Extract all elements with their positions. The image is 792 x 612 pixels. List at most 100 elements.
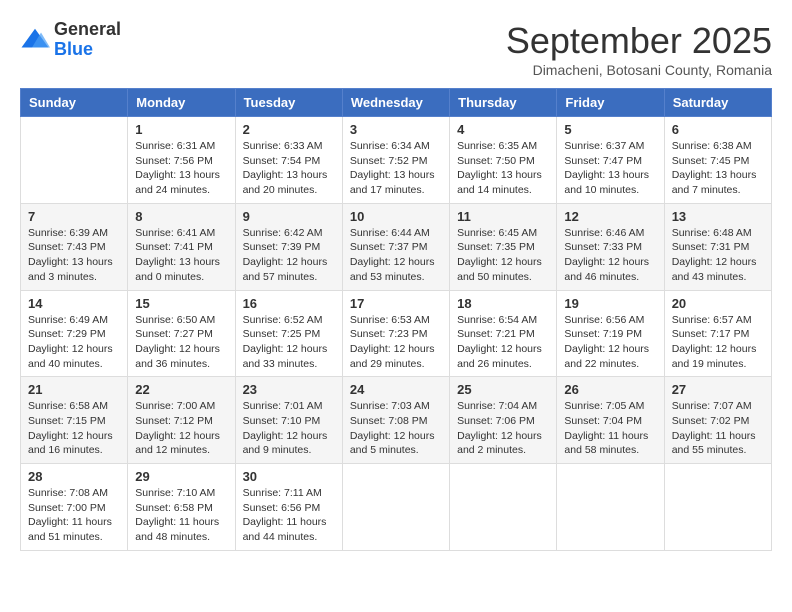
day-cell: 20 Sunrise: 6:57 AMSunset: 7:17 PMDayligh… — [664, 290, 771, 377]
day-info: Sunrise: 6:33 AMSunset: 7:54 PMDaylight:… — [243, 139, 335, 198]
day-number: 29 — [135, 469, 227, 484]
week-row-2: 7 Sunrise: 6:39 AMSunset: 7:43 PMDaylight… — [21, 203, 772, 290]
day-info: Sunrise: 6:46 AMSunset: 7:33 PMDaylight:… — [564, 226, 656, 285]
day-cell: 21 Sunrise: 6:58 AMSunset: 7:15 PMDayligh… — [21, 377, 128, 464]
calendar-header-row: Sunday Monday Tuesday Wednesday Thursday… — [21, 89, 772, 117]
day-cell: 8 Sunrise: 6:41 AMSunset: 7:41 PMDaylight… — [128, 203, 235, 290]
day-number: 5 — [564, 122, 656, 137]
day-info: Sunrise: 6:37 AMSunset: 7:47 PMDaylight:… — [564, 139, 656, 198]
day-cell: 26Sunrise: 7:05 AMSunset: 7:04 PMDayligh… — [557, 377, 664, 464]
day-cell: 19 Sunrise: 6:56 AMSunset: 7:19 PMDayligh… — [557, 290, 664, 377]
day-number: 3 — [350, 122, 442, 137]
logo: General Blue — [20, 20, 121, 60]
day-cell: 18 Sunrise: 6:54 AMSunset: 7:21 PMDayligh… — [450, 290, 557, 377]
month-title: September 2025 — [506, 20, 772, 62]
col-friday: Friday — [557, 89, 664, 117]
day-info: Sunrise: 6:53 AMSunset: 7:23 PMDaylight:… — [350, 313, 442, 372]
day-info: Sunrise: 6:44 AMSunset: 7:37 PMDaylight:… — [350, 226, 442, 285]
day-info: Sunrise: 6:34 AMSunset: 7:52 PMDaylight:… — [350, 139, 442, 198]
day-cell: 23 Sunrise: 7:01 AMSunset: 7:10 PMDayligh… — [235, 377, 342, 464]
day-cell — [664, 464, 771, 551]
col-wednesday: Wednesday — [342, 89, 449, 117]
day-info: Sunrise: 7:04 AMSunset: 7:06 PMDaylight:… — [457, 399, 549, 458]
day-info: Sunrise: 7:00 AMSunset: 7:12 PMDaylight:… — [135, 399, 227, 458]
week-row-5: 28Sunrise: 7:08 AMSunset: 7:00 PMDayligh… — [21, 464, 772, 551]
day-cell: 7 Sunrise: 6:39 AMSunset: 7:43 PMDaylight… — [21, 203, 128, 290]
week-row-3: 14Sunrise: 6:49 AMSunset: 7:29 PMDayligh… — [21, 290, 772, 377]
day-info: Sunrise: 6:35 AMSunset: 7:50 PMDaylight:… — [457, 139, 549, 198]
day-number: 30 — [243, 469, 335, 484]
page-header: General Blue September 2025 Dimacheni, B… — [20, 20, 772, 78]
day-cell — [21, 117, 128, 204]
day-number: 22 — [135, 382, 227, 397]
day-info: Sunrise: 7:05 AMSunset: 7:04 PMDaylight:… — [564, 399, 656, 458]
col-tuesday: Tuesday — [235, 89, 342, 117]
day-info: Sunrise: 7:01 AMSunset: 7:10 PMDaylight:… — [243, 399, 335, 458]
col-thursday: Thursday — [450, 89, 557, 117]
day-number: 7 — [28, 209, 120, 224]
day-cell: 6 Sunrise: 6:38 AMSunset: 7:45 PMDaylight… — [664, 117, 771, 204]
day-number: 12 — [564, 209, 656, 224]
day-cell — [557, 464, 664, 551]
day-info: Sunrise: 6:57 AMSunset: 7:17 PMDaylight:… — [672, 313, 764, 372]
title-block: September 2025 Dimacheni, Botosani Count… — [506, 20, 772, 78]
week-row-1: 1 Sunrise: 6:31 AMSunset: 7:56 PMDaylight… — [21, 117, 772, 204]
day-info: Sunrise: 6:49 AMSunset: 7:29 PMDaylight:… — [28, 313, 120, 372]
day-cell: 15 Sunrise: 6:50 AMSunset: 7:27 PMDayligh… — [128, 290, 235, 377]
logo-blue-text: Blue — [54, 40, 121, 60]
day-number: 13 — [672, 209, 764, 224]
day-cell — [342, 464, 449, 551]
day-cell: 9 Sunrise: 6:42 AMSunset: 7:39 PMDaylight… — [235, 203, 342, 290]
day-cell: 3 Sunrise: 6:34 AMSunset: 7:52 PMDaylight… — [342, 117, 449, 204]
day-number: 9 — [243, 209, 335, 224]
col-sunday: Sunday — [21, 89, 128, 117]
day-info: Sunrise: 6:56 AMSunset: 7:19 PMDaylight:… — [564, 313, 656, 372]
day-info: Sunrise: 6:41 AMSunset: 7:41 PMDaylight:… — [135, 226, 227, 285]
day-info: Sunrise: 6:31 AMSunset: 7:56 PMDaylight:… — [135, 139, 227, 198]
day-number: 27 — [672, 382, 764, 397]
day-cell: 4 Sunrise: 6:35 AMSunset: 7:50 PMDaylight… — [450, 117, 557, 204]
day-cell: 24 Sunrise: 7:03 AMSunset: 7:08 PMDayligh… — [342, 377, 449, 464]
day-number: 8 — [135, 209, 227, 224]
day-number: 18 — [457, 296, 549, 311]
day-cell: 11Sunrise: 6:45 AMSunset: 7:35 PMDayligh… — [450, 203, 557, 290]
day-cell — [450, 464, 557, 551]
day-info: Sunrise: 6:58 AMSunset: 7:15 PMDaylight:… — [28, 399, 120, 458]
calendar-table: Sunday Monday Tuesday Wednesday Thursday… — [20, 88, 772, 551]
subtitle: Dimacheni, Botosani County, Romania — [506, 62, 772, 78]
day-cell: 5 Sunrise: 6:37 AMSunset: 7:47 PMDaylight… — [557, 117, 664, 204]
day-info: Sunrise: 6:50 AMSunset: 7:27 PMDaylight:… — [135, 313, 227, 372]
day-cell: 17 Sunrise: 6:53 AMSunset: 7:23 PMDayligh… — [342, 290, 449, 377]
day-cell: 29 Sunrise: 7:10 AMSunset: 6:58 PMDayligh… — [128, 464, 235, 551]
day-info: Sunrise: 7:03 AMSunset: 7:08 PMDaylight:… — [350, 399, 442, 458]
day-info: Sunrise: 7:11 AMSunset: 6:56 PMDaylight:… — [243, 486, 335, 545]
day-number: 10 — [350, 209, 442, 224]
day-number: 1 — [135, 122, 227, 137]
day-cell: 27 Sunrise: 7:07 AMSunset: 7:02 PMDayligh… — [664, 377, 771, 464]
day-number: 19 — [564, 296, 656, 311]
logo-general-text: General — [54, 20, 121, 40]
day-info: Sunrise: 6:54 AMSunset: 7:21 PMDaylight:… — [457, 313, 549, 372]
day-cell: 10 Sunrise: 6:44 AMSunset: 7:37 PMDayligh… — [342, 203, 449, 290]
day-cell: 2Sunrise: 6:33 AMSunset: 7:54 PMDaylight… — [235, 117, 342, 204]
day-number: 15 — [135, 296, 227, 311]
day-number: 23 — [243, 382, 335, 397]
day-info: Sunrise: 6:38 AMSunset: 7:45 PMDaylight:… — [672, 139, 764, 198]
day-cell: 16Sunrise: 6:52 AMSunset: 7:25 PMDayligh… — [235, 290, 342, 377]
day-cell: 22 Sunrise: 7:00 AMSunset: 7:12 PMDayligh… — [128, 377, 235, 464]
day-number: 25 — [457, 382, 549, 397]
day-number: 4 — [457, 122, 549, 137]
day-number: 20 — [672, 296, 764, 311]
day-info: Sunrise: 6:39 AMSunset: 7:43 PMDaylight:… — [28, 226, 120, 285]
day-info: Sunrise: 7:07 AMSunset: 7:02 PMDaylight:… — [672, 399, 764, 458]
day-info: Sunrise: 6:48 AMSunset: 7:31 PMDaylight:… — [672, 226, 764, 285]
day-number: 24 — [350, 382, 442, 397]
day-info: Sunrise: 6:52 AMSunset: 7:25 PMDaylight:… — [243, 313, 335, 372]
day-number: 6 — [672, 122, 764, 137]
day-number: 17 — [350, 296, 442, 311]
day-number: 21 — [28, 382, 120, 397]
logo-icon — [20, 25, 50, 55]
day-cell: 25 Sunrise: 7:04 AMSunset: 7:06 PMDayligh… — [450, 377, 557, 464]
day-info: Sunrise: 6:42 AMSunset: 7:39 PMDaylight:… — [243, 226, 335, 285]
day-info: Sunrise: 7:10 AMSunset: 6:58 PMDaylight:… — [135, 486, 227, 545]
